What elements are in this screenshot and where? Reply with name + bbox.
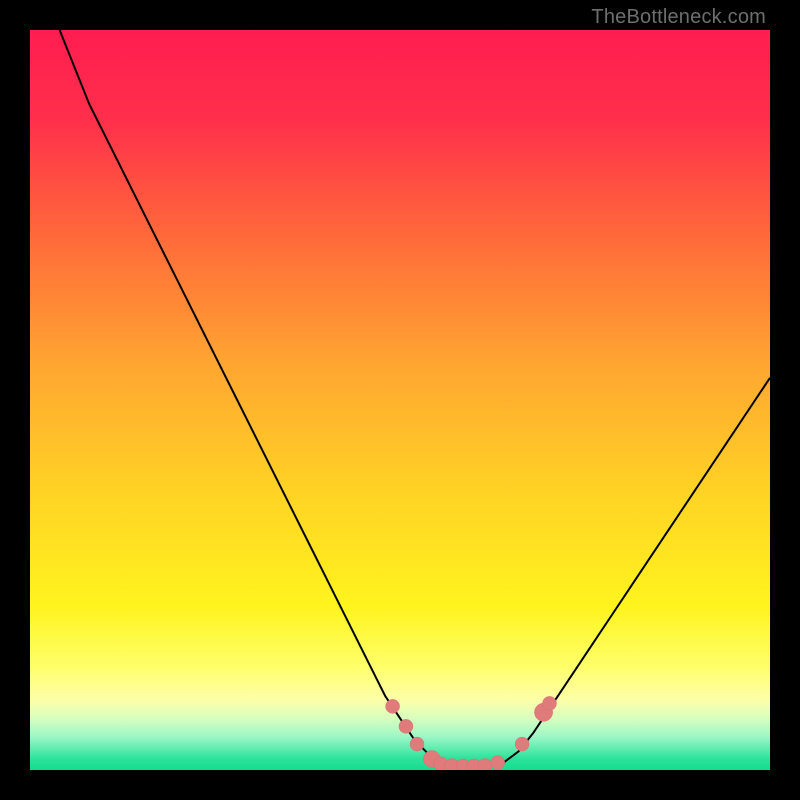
curve-layer (30, 30, 770, 770)
highlight-marker (542, 696, 556, 710)
highlight-marker (491, 756, 505, 770)
plot-area (30, 30, 770, 770)
bottleneck-curve (60, 30, 770, 766)
highlight-marker (386, 699, 400, 713)
highlight-marker (478, 759, 492, 770)
watermark-text: TheBottleneck.com (591, 6, 766, 29)
highlight-marker (515, 737, 529, 751)
highlight-marker (399, 719, 413, 733)
highlight-markers (386, 696, 557, 770)
highlight-marker (410, 737, 424, 751)
chart-frame: TheBottleneck.com (0, 0, 800, 800)
